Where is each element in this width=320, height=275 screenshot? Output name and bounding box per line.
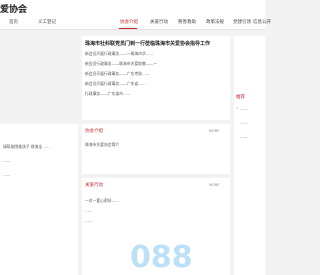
intro-more-link[interactable]: MORE: [209, 129, 227, 133]
quote-line[interactable]: ……: [240, 106, 264, 111]
main-nav: 首页 义工登记 协会介绍 关爱行动 慈善救助 政策法规 党建引领 信息公开: [0, 16, 271, 30]
care-line[interactable]: ……: [85, 208, 227, 213]
care-panel-title: 关爱行动: [85, 183, 103, 188]
nav-item-home[interactable]: 首页: [9, 19, 18, 25]
watermark-text: 088: [130, 240, 193, 275]
intro-panel-title: 协会介绍: [85, 129, 103, 134]
nav-item-association-intro[interactable]: 协会介绍: [120, 19, 138, 25]
watermark-overlay: 088: [126, 237, 262, 275]
left-list-item[interactable]: ……: [3, 158, 77, 163]
news-item[interactable]: 新会员行政事务——珠海市关爱助教——一: [85, 61, 227, 67]
news-item[interactable]: 新会员开展行政事务——广东省……: [85, 81, 227, 87]
quote-line[interactable]: ……: [240, 120, 264, 125]
news-item[interactable]: 新会员开展行政事务——一珠海市华……: [85, 51, 227, 57]
nav-item-charity-aid[interactable]: 慈善救助: [178, 19, 196, 25]
care-line[interactable]: 一对一爱心帮扶……: [85, 198, 227, 204]
nav-active-underline: [119, 28, 137, 29]
news-panel: 珠海市社科联党员门到一行莅临珠海市关爱协会指导工作 新会员开展行政事务——一珠海…: [82, 36, 230, 120]
site-logo[interactable]: 爱协会: [0, 2, 27, 15]
left-list-item[interactable]: 请帮助困难孩子 珠海全……: [3, 144, 77, 150]
news-headline[interactable]: 珠海市社科联党员门到一行莅临珠海市关爱协会指导工作: [85, 40, 227, 47]
right-panel-title: 推荐: [236, 95, 245, 100]
quote-line[interactable]: ……: [240, 134, 264, 139]
care-line[interactable]: ……: [85, 218, 227, 223]
news-item[interactable]: 行政事务——广东某市……: [85, 91, 227, 97]
intro-panel: 协会介绍 MORE 珠海市关爱协会简介: [82, 124, 230, 174]
nav-item-volunteer-registration[interactable]: 义工登记: [38, 19, 56, 25]
nav-item-policies[interactable]: 政策法规: [206, 19, 224, 25]
left-column: 请帮助困难孩子 珠海全…… …… ……: [0, 124, 78, 275]
care-more-link[interactable]: MORE: [209, 183, 227, 187]
site-header: 爱协会: [0, 0, 265, 16]
nav-item-party-building[interactable]: 党建引领: [233, 19, 251, 25]
nav-item-info-disclosure[interactable]: 信息公开: [253, 19, 271, 25]
nav-item-care-actions[interactable]: 关爱行动: [150, 19, 168, 25]
news-item[interactable]: 新会员开展行政事务——广东考核……: [85, 71, 227, 77]
watermark-graphic: 088: [130, 240, 193, 275]
left-list-item[interactable]: ……: [3, 172, 77, 177]
intro-item[interactable]: 珠海市关爱协会简介: [85, 142, 227, 148]
